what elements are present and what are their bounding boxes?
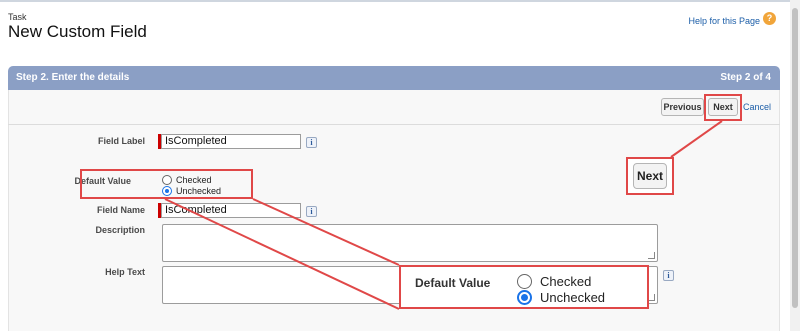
- default-value-highlight-box: [80, 169, 253, 199]
- field-label-label: Field Label: [97, 136, 145, 146]
- step-title: Step 2. Enter the details: [16, 72, 130, 83]
- help-link[interactable]: Help for this Page: [688, 16, 760, 26]
- next-zoom-button: Next: [633, 163, 667, 189]
- zoom-radio-unchecked-label: Unchecked: [540, 290, 606, 305]
- zoom-radio-checked-label: Checked: [540, 274, 592, 289]
- divider: [8, 124, 780, 125]
- top-border: [0, 0, 800, 2]
- page-title: New Custom Field: [8, 22, 147, 41]
- zoom-radio-unchecked-circle: [517, 290, 532, 305]
- zoom-radio-checked: Checked: [517, 274, 591, 289]
- description-label: Description: [95, 225, 145, 235]
- field-name-label: Field Name: [96, 205, 145, 215]
- object-name: Task: [8, 12, 27, 22]
- next-highlight-box: [704, 94, 742, 121]
- resize-grip-icon[interactable]: [648, 294, 655, 301]
- next-zoom-callout: Next: [626, 157, 674, 195]
- zoom-default-value-label: Default Value: [415, 276, 491, 290]
- step-header: Step 2. Enter the details Step 2 of 4: [8, 66, 780, 90]
- question-circle-icon[interactable]: ?: [763, 12, 776, 25]
- info-icon[interactable]: i: [306, 137, 317, 148]
- info-icon[interactable]: i: [663, 270, 674, 281]
- default-value-zoom-callout: Default Value Checked Unchecked: [399, 265, 649, 309]
- info-icon[interactable]: i: [306, 206, 317, 217]
- previous-button[interactable]: Previous: [661, 98, 704, 116]
- help-text-label: Help Text: [105, 267, 145, 277]
- scrollbar-thumb[interactable]: [792, 8, 798, 308]
- description-textarea[interactable]: [162, 224, 658, 262]
- field-name-input[interactable]: IsCompleted: [161, 203, 301, 218]
- step-count: Step 2 of 4: [720, 72, 771, 83]
- cancel-link[interactable]: Cancel: [743, 102, 771, 112]
- zoom-radio-unchecked: Unchecked: [517, 290, 605, 305]
- resize-grip-icon[interactable]: [648, 252, 655, 259]
- zoom-radio-checked-circle: [517, 274, 532, 289]
- field-label-input[interactable]: IsCompleted: [161, 134, 301, 149]
